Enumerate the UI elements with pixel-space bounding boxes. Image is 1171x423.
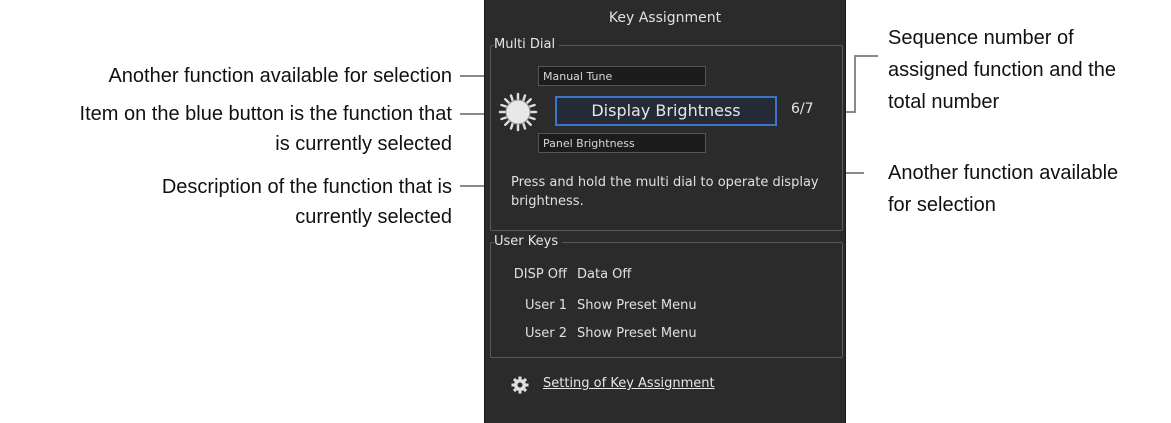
leader-line xyxy=(856,55,878,57)
user-key-name: User 1 xyxy=(524,298,567,313)
callout-text: currently selected xyxy=(295,206,452,228)
multi-dial-icon xyxy=(498,92,538,132)
callout-another-function-right: Another function available for selection xyxy=(888,160,1170,218)
setting-of-key-assignment-link[interactable]: Setting of Key Assignment xyxy=(543,376,715,391)
multi-dial-label: Multi Dial xyxy=(494,37,560,52)
callout-text: Another function available xyxy=(888,162,1119,184)
callout-description: Description of the function that is curr… xyxy=(0,174,452,230)
selected-function-button[interactable]: Display Brightness xyxy=(555,96,777,126)
user-keys-label: User Keys xyxy=(494,234,563,249)
callout-selected-item: Item on the blue button is the function … xyxy=(0,101,452,157)
callout-text: Sequence number of xyxy=(888,27,1074,49)
user-key-function: Show Preset Menu xyxy=(577,298,697,313)
callout-text: is currently selected xyxy=(275,133,452,155)
callout-text: for selection xyxy=(888,194,996,216)
next-function-option[interactable]: Panel Brightness xyxy=(538,133,706,153)
prev-function-option[interactable]: Manual Tune xyxy=(538,66,706,86)
panel-title: Key Assignment xyxy=(608,10,722,26)
sequence-number: 6/7 xyxy=(791,101,814,117)
leader-line xyxy=(854,55,856,113)
callout-text: Description of the function that is xyxy=(161,176,452,198)
user-key-function: Show Preset Menu xyxy=(577,326,697,341)
gear-icon xyxy=(511,376,529,394)
callout-text: Item on the blue button is the function … xyxy=(79,103,452,125)
callout-text: total number xyxy=(888,91,1000,113)
user-key-name: User 2 xyxy=(524,326,567,341)
function-description: Press and hold the multi dial to operate… xyxy=(511,175,819,209)
callout-sequence-number: Sequence number of assigned function and… xyxy=(888,25,1168,115)
callout-another-function-left: Another function available for selection xyxy=(0,63,452,89)
callout-text: Another function available for selection xyxy=(108,65,452,87)
key-assignment-panel: Key Assignment Multi Dial Manual Tune Di… xyxy=(484,0,846,423)
user-key-function: Data Off xyxy=(577,267,632,282)
user-key-name: DISP Off xyxy=(513,267,567,282)
callout-text: assigned function and the xyxy=(888,59,1116,81)
